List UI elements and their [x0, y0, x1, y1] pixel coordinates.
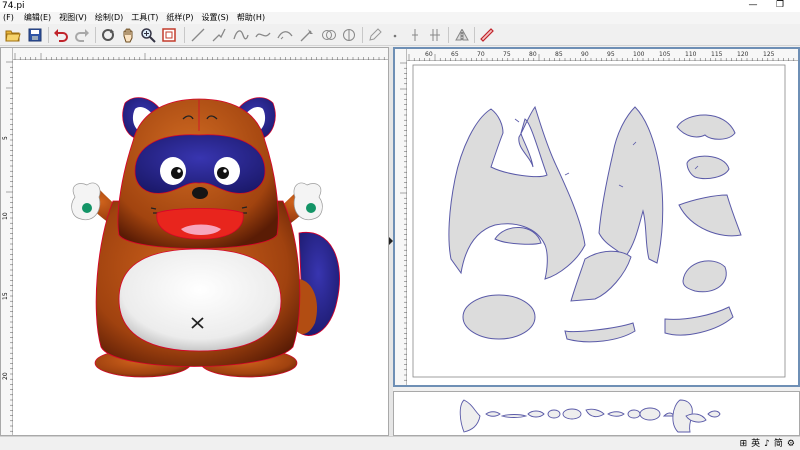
- ime-settings-icon[interactable]: ⚙: [786, 438, 796, 450]
- zoom-icon[interactable]: [139, 26, 157, 44]
- nose: [192, 187, 208, 199]
- minimize-button[interactable]: —: [740, 0, 766, 12]
- menu-help[interactable]: 帮助(H): [234, 12, 268, 24]
- mirror-tool-icon[interactable]: [453, 26, 471, 44]
- left-hand-dot: [82, 203, 92, 213]
- ime-simplified-toggle[interactable]: 简: [773, 438, 784, 450]
- pattern-piece-ear-b[interactable]: [686, 155, 730, 180]
- pattern-thumbnail-strip[interactable]: [393, 391, 800, 436]
- right-hand: [293, 182, 323, 221]
- status-bar: ⊞ 英 ♪ 简 ⚙: [0, 436, 800, 450]
- fit-page-icon[interactable]: [160, 26, 178, 44]
- toolbar: [0, 24, 800, 46]
- hand-pan-icon[interactable]: [119, 26, 137, 44]
- ime-tray: ⊞ 英 ♪ 简 ⚙: [739, 438, 796, 450]
- pattern-piece-arm[interactable]: [678, 194, 742, 237]
- circle-tool-icon-2[interactable]: [340, 26, 358, 44]
- tanuki-model: [71, 97, 340, 378]
- redo-icon[interactable]: [73, 26, 91, 44]
- polyline-tool-icon[interactable]: [210, 26, 228, 44]
- ime-menu-icon[interactable]: ⊞: [739, 438, 749, 450]
- pattern-piece-hand[interactable]: [682, 260, 727, 293]
- ruler-tool-icon[interactable]: [478, 26, 496, 44]
- pattern-piece-head-side[interactable]: [598, 106, 664, 264]
- pattern-2d-view[interactable]: 60 65 70 75 80 85 90 95 100 105 110 115 …: [393, 47, 800, 387]
- double-cross-tool-icon[interactable]: [426, 26, 444, 44]
- dot-tool-icon[interactable]: [386, 26, 404, 44]
- bezier-tool-icon[interactable]: [276, 26, 294, 44]
- pattern-piece-ear-a[interactable]: [676, 114, 736, 140]
- left-hand: [71, 182, 101, 221]
- right-hand-dot: [306, 203, 316, 213]
- menu-file[interactable]: (F): [0, 12, 17, 24]
- undo-icon[interactable]: [52, 26, 70, 44]
- curve-tool-icon[interactable]: [232, 26, 250, 44]
- pen-tool-icon[interactable]: [366, 26, 384, 44]
- ime-punctuation-icon[interactable]: ♪: [763, 438, 771, 450]
- point-edit-icon[interactable]: [298, 26, 316, 44]
- belly: [118, 248, 282, 352]
- pattern-piece-foot-a[interactable]: [570, 250, 632, 302]
- menu-pattern[interactable]: 纸样(P): [163, 12, 196, 24]
- model-3d-view[interactable]: 5 10 15 20: [0, 47, 389, 436]
- pattern-piece-tail-strip[interactable]: [664, 306, 734, 336]
- open-folder-icon[interactable]: [4, 26, 22, 44]
- cross-tool-icon[interactable]: [406, 26, 424, 44]
- pattern-piece-body-front[interactable]: [448, 105, 586, 280]
- thumbnail-shapes: [459, 399, 721, 433]
- circle-tool-icon[interactable]: [320, 26, 338, 44]
- app-window: { "window": { "title": "74.pi", "minimiz…: [0, 0, 800, 450]
- menu-settings[interactable]: 设置(S): [198, 12, 231, 24]
- menu-bar: (F) 编辑(E) 视图(V) 绘制(D) 工具(T) 纸样(P) 设置(S) …: [0, 12, 800, 24]
- menu-tools[interactable]: 工具(T): [128, 12, 161, 24]
- pattern-sheet: [412, 64, 786, 378]
- spline-tool-icon[interactable]: [254, 26, 272, 44]
- window-title: 74.pi: [2, 1, 25, 11]
- pattern-piece-foot-strip[interactable]: [564, 322, 636, 343]
- title-bar: 74.pi — ❐: [0, 0, 800, 12]
- menu-view[interactable]: 视图(V): [56, 12, 90, 24]
- ime-language-toggle[interactable]: 英: [750, 438, 761, 450]
- line-tool-icon[interactable]: [189, 26, 207, 44]
- restore-button[interactable]: ❐: [767, 0, 793, 12]
- pattern-piece-belly-oval[interactable]: [462, 294, 536, 340]
- save-icon[interactable]: [26, 26, 44, 44]
- rotate-view-icon[interactable]: [99, 26, 117, 44]
- menu-draw[interactable]: 绘制(D): [92, 12, 126, 24]
- menu-edit[interactable]: 编辑(E): [21, 12, 54, 24]
